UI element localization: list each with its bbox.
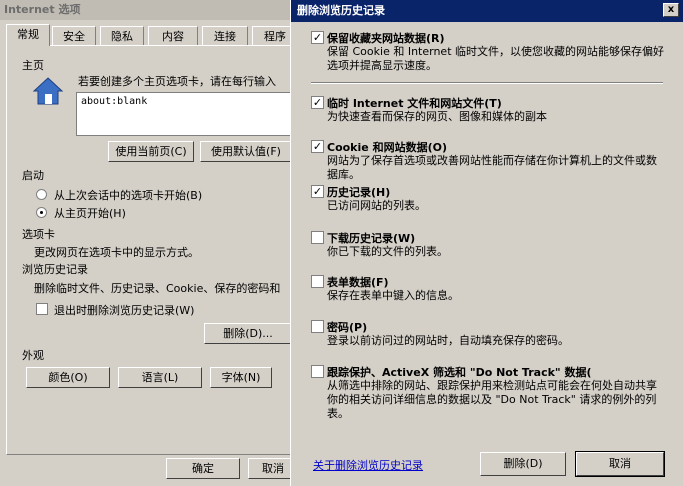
use-default-button[interactable]: 使用默认值(F) [200, 141, 292, 162]
history-delete-button[interactable]: 删除(D)... [204, 323, 292, 344]
house-icon [32, 77, 64, 105]
tabs-desc: 更改网页在选项卡中的显示方式。 [34, 246, 199, 259]
option-desc: 登录以前访问过的网站时，自动填充保存的密码。 [327, 334, 569, 347]
option-cookies: ✓ Cookie 和网站数据(O) 网站为了保存首选项或改善网站性能而存储在你计… [311, 139, 671, 181]
tab-privacy[interactable]: 隐私 [100, 26, 144, 45]
tab-connections[interactable]: 连接 [202, 26, 248, 45]
homepage-instruction: 若要创建多个主页选项卡，请在每行输入 [78, 75, 276, 88]
internet-options-title: Internet 选项 [0, 0, 300, 20]
option-title: 历史记录(H) [327, 186, 391, 199]
option-title: Cookie 和网站数据(O) [327, 141, 447, 154]
colors-button[interactable]: 颜色(O) [26, 367, 110, 388]
option-download-history: 下载历史记录(W) 你已下载的文件的列表。 [311, 230, 671, 262]
option-tracking-protection: 跟踪保护、ActiveX 筛选和 "Do Not Track" 数据( 从筛选中… [311, 364, 671, 420]
homepage-input[interactable]: about:blank [76, 92, 306, 136]
tab-general[interactable]: 常规 [6, 24, 50, 46]
homepage-heading: 主页 [22, 59, 44, 72]
about-delete-history-link[interactable]: 关于删除浏览历史记录 [313, 457, 423, 473]
option-title: 密码(P) [327, 321, 368, 334]
appearance-heading: 外观 [22, 349, 44, 362]
option-desc: 为快速查看而保存的网页、图像和媒体的副本 [327, 110, 547, 123]
option-desc: 你已下载的文件的列表。 [327, 245, 448, 258]
startup-heading: 启动 [22, 169, 44, 182]
option-checkbox[interactable]: ✓ [311, 140, 324, 153]
option-title: 保留收藏夹网站数据(R) [327, 32, 445, 45]
option-desc: 网站为了保存首选项或改善网站性能而存储在你计算机上的文件或数据库。 [327, 154, 657, 181]
startup-last-session-label: 从上次会话中的选项卡开始(B) [54, 189, 203, 202]
option-passwords: 密码(P) 登录以前访问过的网站时，自动填充保存的密码。 [311, 319, 671, 351]
option-preserve-favorites: ✓ 保留收藏夹网站数据(R) 保留 Cookie 和 Internet 临时文件… [311, 30, 671, 78]
option-checkbox[interactable] [311, 320, 324, 333]
option-desc: 保留 Cookie 和 Internet 临时文件，以使您收藏的网站能够保存偏好… [327, 45, 664, 72]
internet-options-window: Internet 选项 常规 安全 隐私 内容 连接 程序 主页 若要创建多个主… [0, 0, 316, 486]
option-checkbox[interactable] [311, 231, 324, 244]
option-title: 临时 Internet 文件和网站文件(T) [327, 97, 502, 110]
option-history: ✓ 历史记录(H) 已访问网站的列表。 [311, 184, 671, 216]
option-desc: 已访问网站的列表。 [327, 199, 426, 212]
option-checkbox[interactable] [311, 275, 324, 288]
option-temp-files: ✓ 临时 Internet 文件和网站文件(T) 为快速查看而保存的网页、图像和… [311, 95, 671, 127]
close-icon[interactable]: x [663, 3, 679, 17]
tab-security[interactable]: 安全 [52, 26, 96, 45]
history-heading: 浏览历史记录 [22, 263, 88, 276]
option-desc: 保存在表单中键入的信息。 [327, 289, 459, 302]
delete-on-exit-checkbox[interactable] [36, 303, 48, 315]
tab-content[interactable]: 内容 [148, 26, 198, 45]
languages-button[interactable]: 语言(L) [118, 367, 202, 388]
ok-button[interactable]: 确定 [166, 458, 240, 479]
option-title: 跟踪保护、ActiveX 筛选和 "Do Not Track" 数据( [327, 366, 592, 379]
option-title: 下载历史记录(W) [327, 232, 416, 245]
delete-on-exit-label: 退出时删除浏览历史记录(W) [54, 304, 195, 317]
option-title: 表单数据(F) [327, 276, 389, 289]
fonts-button[interactable]: 字体(N) [210, 367, 272, 388]
tabs-heading: 选项卡 [22, 228, 55, 241]
divider [311, 82, 663, 84]
startup-homepage-label: 从主页开始(H) [54, 207, 126, 220]
option-desc: 从筛选中排除的网站、跟踪保护用来检测站点可能会在何处自动共享你的相关访问详细信息… [327, 379, 657, 420]
delete-history-dialog: 删除浏览历史记录 x ✓ 保留收藏夹网站数据(R) 保留 Cookie 和 In… [290, 0, 683, 486]
startup-last-session-radio[interactable] [36, 189, 47, 200]
option-checkbox[interactable] [311, 365, 324, 378]
history-desc: 删除临时文件、历史记录、Cookie、保存的密码和 [34, 282, 281, 295]
cancel-button[interactable]: 取消 [575, 451, 665, 477]
option-form-data: 表单数据(F) 保存在表单中键入的信息。 [311, 274, 671, 306]
use-current-button[interactable]: 使用当前页(C) [108, 141, 194, 162]
delete-button[interactable]: 删除(D) [480, 452, 566, 476]
option-checkbox[interactable]: ✓ [311, 31, 324, 44]
dialog-title: 删除浏览历史记录 [291, 0, 683, 22]
option-checkbox[interactable]: ✓ [311, 96, 324, 109]
startup-homepage-radio[interactable] [36, 207, 47, 218]
option-checkbox[interactable]: ✓ [311, 185, 324, 198]
